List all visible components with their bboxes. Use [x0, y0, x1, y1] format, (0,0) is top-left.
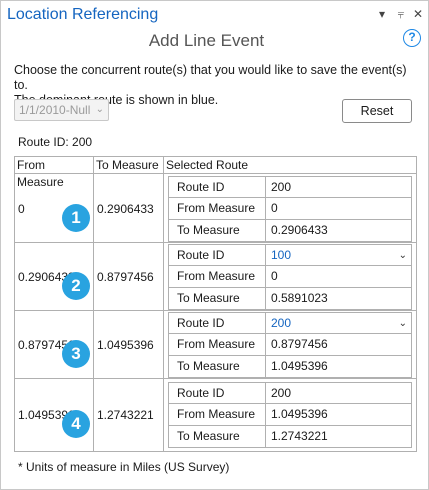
route-id-text: 200: [271, 180, 292, 194]
from-measure-cell: 0.2906433 2: [15, 243, 94, 310]
to-measure-cell: 0.2906433: [94, 174, 164, 242]
chevron-down-icon: ⌄: [95, 104, 104, 115]
selected-route-table: Route ID 200 ⌄ From Measure 0.8797456 To Meas…: [168, 312, 412, 378]
units-footnote: * Units of measure in Miles (US Survey): [18, 460, 230, 474]
date-range-value: 1/1/2010-Null: [19, 103, 91, 117]
selected-route-cell: Route ID 200 ⌄ From Measure 0.8797456 To Meas…: [164, 311, 416, 378]
sub-to-measure-value: 1.0495396: [271, 359, 328, 373]
sub-to-measure-key: To Measure: [169, 426, 266, 447]
selected-route-table: Route ID 200 From Measure 0 To Measure 0.2906…: [168, 176, 412, 242]
step-badge: 1: [62, 204, 90, 232]
sub-to-measure-key: To Measure: [169, 288, 266, 309]
add-line-event-pane: Location Referencing ▾ ⫧ ✕ Add Line Even…: [0, 0, 429, 490]
sub-from-measure-row: From Measure 1.0495396: [168, 404, 412, 426]
sub-from-measure-key: From Measure: [169, 198, 266, 219]
route-id-value: 200: [266, 383, 413, 403]
from-measure-cell: 0.8797456 3: [15, 311, 94, 378]
sub-to-measure-row: To Measure 1.2743221: [168, 426, 412, 448]
sub-from-measure-value: 0.8797456: [271, 337, 328, 351]
help-icon[interactable]: ?: [403, 29, 421, 47]
reset-button[interactable]: Reset: [342, 99, 412, 123]
to-measure-cell: 0.8797456: [94, 243, 164, 310]
close-icon[interactable]: ✕: [411, 7, 425, 21]
step-badge: 3: [62, 340, 90, 368]
route-id-row: Route ID 100 ⌄: [168, 244, 412, 266]
route-id-value: 200: [266, 177, 413, 197]
to-measure-value: 0.2906433: [97, 202, 154, 216]
from-measure-cell: 01: [15, 174, 94, 242]
route-id-row: Route ID 200: [168, 382, 412, 404]
sub-from-measure-key: From Measure: [169, 334, 266, 355]
route-id-row: Route ID 200 ⌄: [168, 312, 412, 334]
to-measure-value: 1.0495396: [97, 338, 154, 352]
selected-route-cell: Route ID 200 From Measure 1.0495396 To Measu…: [164, 379, 416, 451]
instructions-line-1: Choose the concurrent route(s) that you …: [14, 63, 407, 92]
sub-to-measure-value: 0.2906433: [271, 223, 328, 237]
from-measure-cell: 1.0495396 4: [15, 379, 94, 451]
to-measure-value: 0.8797456: [97, 270, 154, 284]
route-id-dropdown[interactable]: 200 ⌄: [266, 313, 413, 333]
selected-route-table: Route ID 200 From Measure 1.0495396 To Measu…: [168, 382, 412, 448]
sub-to-measure-key: To Measure: [169, 356, 266, 377]
route-id-dropdown[interactable]: 100 ⌄: [266, 245, 413, 265]
pane-title: Location Referencing: [7, 6, 159, 23]
sub-from-measure-value: 0: [271, 269, 278, 283]
to-measure-cell: 1.0495396: [94, 311, 164, 378]
page-title: Add Line Event: [148, 31, 265, 50]
column-header-to-measure: To Measure: [94, 157, 164, 174]
chevron-down-icon: ⌄: [398, 318, 407, 329]
sub-to-measure-key: To Measure: [169, 220, 266, 241]
route-id-key: Route ID: [169, 383, 266, 403]
menu-chevron-icon[interactable]: ▾: [375, 7, 389, 21]
selected-route-cell: Route ID 100 ⌄ From Measure 0 To Measure 0.589…: [164, 243, 416, 310]
to-measure-cell: 1.2743221: [94, 379, 164, 451]
selected-route-cell: Route ID 200 From Measure 0 To Measure 0.2906…: [164, 174, 416, 242]
sub-from-measure-key: From Measure: [169, 266, 266, 287]
step-badge: 2: [62, 272, 90, 300]
route-id-key: Route ID: [169, 177, 266, 197]
sub-to-measure-row: To Measure 0.2906433: [168, 220, 412, 242]
column-header-selected-route: Selected Route: [164, 157, 416, 174]
selected-route-table: Route ID 100 ⌄ From Measure 0 To Measure 0.589…: [168, 244, 412, 310]
sub-to-measure-row: To Measure 1.0495396: [168, 356, 412, 378]
pane-titlebar: Location Referencing ▾ ⫧ ✕: [1, 1, 428, 29]
route-id-label: Route ID: 200: [18, 135, 93, 149]
table-row: 1.0495396 4 1.2743221 Route ID 200 From Measu…: [15, 379, 416, 451]
route-id-text: 200: [271, 316, 292, 330]
route-id-text: 200: [271, 386, 292, 400]
table-row: 0.2906433 2 0.8797456 Route ID 100 ⌄ From Meas…: [15, 243, 416, 311]
route-id-key: Route ID: [169, 245, 266, 265]
route-id-row: Route ID 200: [168, 176, 412, 198]
sub-from-measure-row: From Measure 0: [168, 266, 412, 288]
date-range-select[interactable]: 1/1/2010-Null ⌄: [14, 99, 109, 121]
route-id-text: 100: [271, 248, 292, 262]
events-grid: From Measure To Measure Selected Route 0…: [14, 156, 417, 452]
sub-from-measure-key: From Measure: [169, 404, 266, 425]
sub-from-measure-value: 0: [271, 201, 278, 215]
table-row: 0.8797456 3 1.0495396 Route ID 200 ⌄ From Meas…: [15, 311, 416, 379]
sub-from-measure-row: From Measure 0: [168, 198, 412, 220]
route-id-key: Route ID: [169, 313, 266, 333]
sub-to-measure-row: To Measure 0.5891023: [168, 288, 412, 310]
sub-from-measure-value: 1.0495396: [271, 407, 328, 421]
table-row: 0 1 0.2906433 Route ID 200 From Measure 0 To Me…: [15, 174, 416, 243]
step-badge: 4: [62, 410, 90, 438]
sub-to-measure-value: 1.2743221: [271, 429, 328, 443]
column-header-from-measure: From Measure: [15, 157, 94, 189]
from-measure-value: 0: [18, 202, 25, 216]
pin-icon[interactable]: ⫧: [394, 7, 408, 21]
sub-from-measure-row: From Measure 0.8797456: [168, 334, 412, 356]
chevron-down-icon: ⌄: [398, 250, 407, 261]
sub-to-measure-value: 0.5891023: [271, 291, 328, 305]
to-measure-value: 1.2743221: [97, 408, 154, 422]
